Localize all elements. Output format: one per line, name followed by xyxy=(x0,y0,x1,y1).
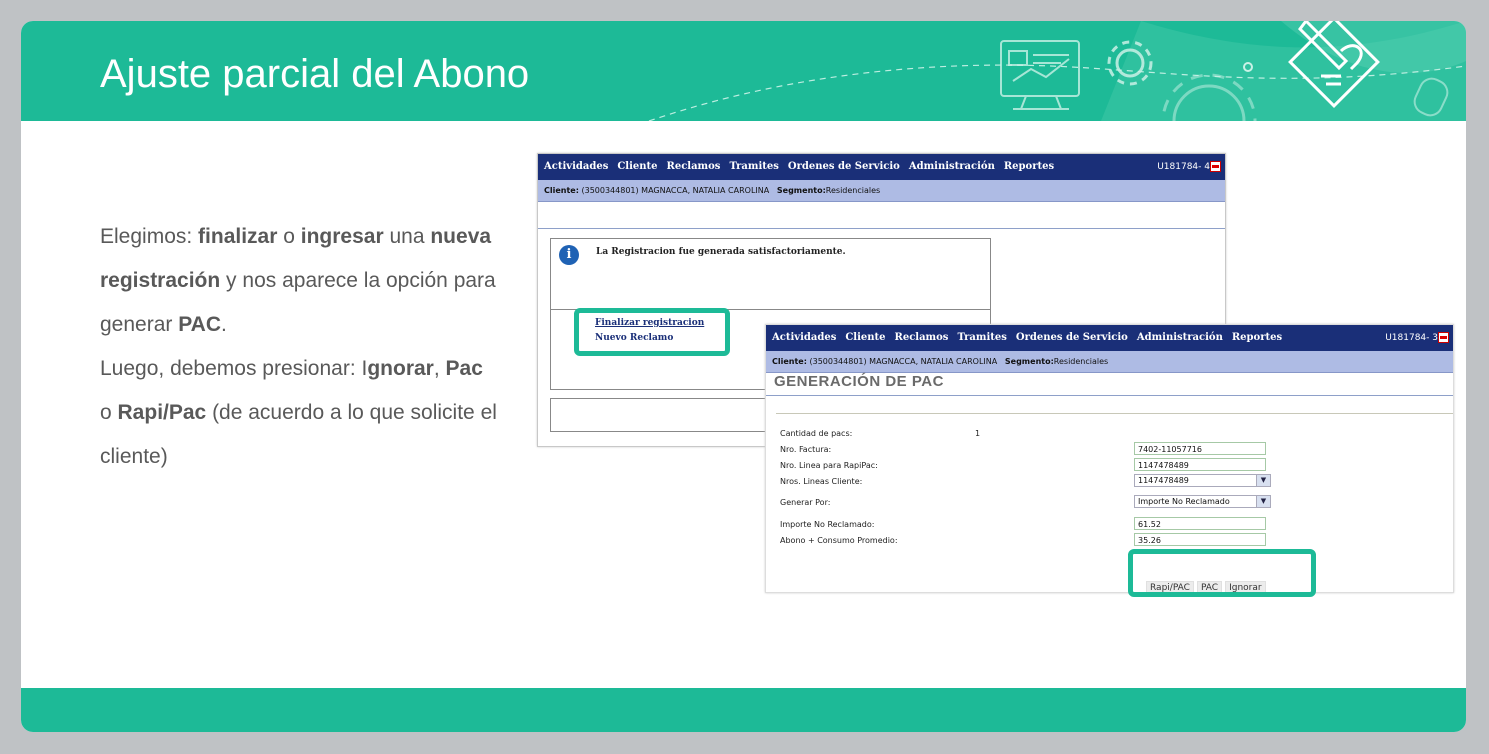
info-icon: i xyxy=(559,245,579,265)
client-bar: Cliente: (3500344801) MAGNACCA, NATALIA … xyxy=(766,351,1453,373)
nav-item-administracion[interactable]: Administración xyxy=(909,161,995,172)
generate-by-label: Generar Por: xyxy=(780,498,831,507)
exit-icon[interactable] xyxy=(1210,161,1221,172)
select-value: Importe No Reclamado xyxy=(1138,497,1230,506)
success-message: La Registracion fue generada satisfactor… xyxy=(596,247,846,257)
text-run: o xyxy=(277,225,301,248)
nav-menu: Actividades Cliente Reclamos Tramites Ordene… xyxy=(772,332,1291,343)
nav-item-administracion[interactable]: Administración xyxy=(1137,332,1223,343)
exit-icon[interactable] xyxy=(1438,332,1449,343)
pac-count-label: Cantidad de pacs: xyxy=(780,429,853,438)
invoice-field[interactable]: 7402-11057716 xyxy=(1134,442,1266,455)
text-run: Luego, debemos presionar: I xyxy=(100,357,368,380)
pac-count-value: 1 xyxy=(975,429,981,438)
invoice-label: Nro. Factura: xyxy=(780,445,832,454)
nav-menu: Actividades Cliente Reclamos Tramites Ordene… xyxy=(544,161,1063,172)
nav-item-actividades[interactable]: Actividades xyxy=(544,161,608,172)
nav-item-ordenes[interactable]: Ordenes de Servicio xyxy=(1016,332,1128,343)
text-run: finalizar xyxy=(198,225,278,248)
client-value: (3500344801) MAGNACCA, NATALIA CAROLINA xyxy=(581,186,770,195)
segment-label: Segmento: xyxy=(776,186,826,195)
highlight-links xyxy=(574,308,730,356)
average-field[interactable]: 35.26 xyxy=(1134,533,1266,546)
rapipac-line-label: Nro. Linea para RapiPac: xyxy=(780,461,878,470)
nav-item-tramites[interactable]: Tramites xyxy=(957,332,1006,343)
client-lines-select[interactable]: 1147478489 ▼ xyxy=(1134,474,1271,487)
header-banner: Ajuste parcial del Abono xyxy=(21,21,1466,121)
nav-item-cliente[interactable]: Cliente xyxy=(617,161,657,172)
user-indicator: U181784- 4 xyxy=(1157,161,1221,172)
monitor-icon xyxy=(1000,40,1080,110)
rapipac-line-field[interactable]: 1147478489 xyxy=(1134,458,1266,471)
user-indicator: U181784- 3 xyxy=(1385,332,1449,343)
nav-item-ordenes[interactable]: Ordenes de Servicio xyxy=(788,161,900,172)
text-run: Pac xyxy=(445,357,483,380)
app-navbar: Actividades Cliente Reclamos Tramites Ordene… xyxy=(538,154,1225,180)
text-run: una xyxy=(383,225,431,248)
nav-item-reportes[interactable]: Reportes xyxy=(1004,161,1054,172)
generate-by-select[interactable]: Importe No Reclamado ▼ xyxy=(1134,495,1271,508)
client-bar: Cliente: (3500344801) MAGNACCA, NATALIA … xyxy=(538,180,1225,202)
segment-value: Residenciales xyxy=(825,186,881,195)
user-id: U181784- 4 xyxy=(1157,162,1210,172)
unclaimed-label: Importe No Reclamado: xyxy=(780,520,875,529)
segment-label: Segmento: xyxy=(1004,357,1054,366)
nav-item-actividades[interactable]: Actividades xyxy=(772,332,836,343)
text-run: . xyxy=(221,313,227,336)
text-run: o xyxy=(100,401,118,424)
nav-item-tramites[interactable]: Tramites xyxy=(729,161,778,172)
highlight-buttons xyxy=(1128,549,1316,597)
nav-item-cliente[interactable]: Cliente xyxy=(845,332,885,343)
client-lines-label: Nros. Lineas Cliente: xyxy=(780,477,863,486)
divider xyxy=(776,413,1453,414)
text-run: gnorar xyxy=(367,357,434,380)
chevron-down-icon[interactable]: ▼ xyxy=(1256,496,1270,507)
message-area: i La Registracion fue generada satisfact… xyxy=(551,239,990,310)
client-label: Cliente: xyxy=(772,357,807,366)
text-run: ingresar xyxy=(300,225,384,248)
divider xyxy=(538,228,1225,229)
segment-value: Residenciales xyxy=(1053,357,1109,366)
text-run: Rapi/Pac xyxy=(117,401,207,424)
average-label: Abono + Consumo Promedio: xyxy=(780,536,898,545)
app-navbar: Actividades Cliente Reclamos Tramites Ordene… xyxy=(766,325,1453,351)
pac-screenshot: Actividades Cliente Reclamos Tramites Ordene… xyxy=(765,324,1454,595)
nav-item-reclamos[interactable]: Reclamos xyxy=(667,161,721,172)
text-run: PAC xyxy=(178,313,221,336)
divider xyxy=(766,395,1453,396)
footer-bar xyxy=(21,688,1466,732)
nav-item-reclamos[interactable]: Reclamos xyxy=(895,332,949,343)
select-value: 1147478489 xyxy=(1138,476,1189,485)
user-id: U181784- 3 xyxy=(1385,333,1438,343)
text-run: Elegimos: xyxy=(100,225,199,248)
pac-title: GENERACIÓN DE PAC xyxy=(774,373,944,390)
text-run: , xyxy=(433,357,446,380)
client-label: Cliente: xyxy=(544,186,579,195)
client-value: (3500344801) MAGNACCA, NATALIA CAROLINA xyxy=(809,357,998,366)
unclaimed-field[interactable]: 61.52 xyxy=(1134,517,1266,530)
page-title: Ajuste parcial del Abono xyxy=(100,52,530,96)
instruction-text: Elegimos: finalizar o ingresar una nueva… xyxy=(100,215,500,479)
nav-item-reportes[interactable]: Reportes xyxy=(1232,332,1282,343)
slide: Ajuste parcial del Abono Elegimos: final… xyxy=(21,21,1466,732)
chevron-down-icon[interactable]: ▼ xyxy=(1256,475,1270,486)
